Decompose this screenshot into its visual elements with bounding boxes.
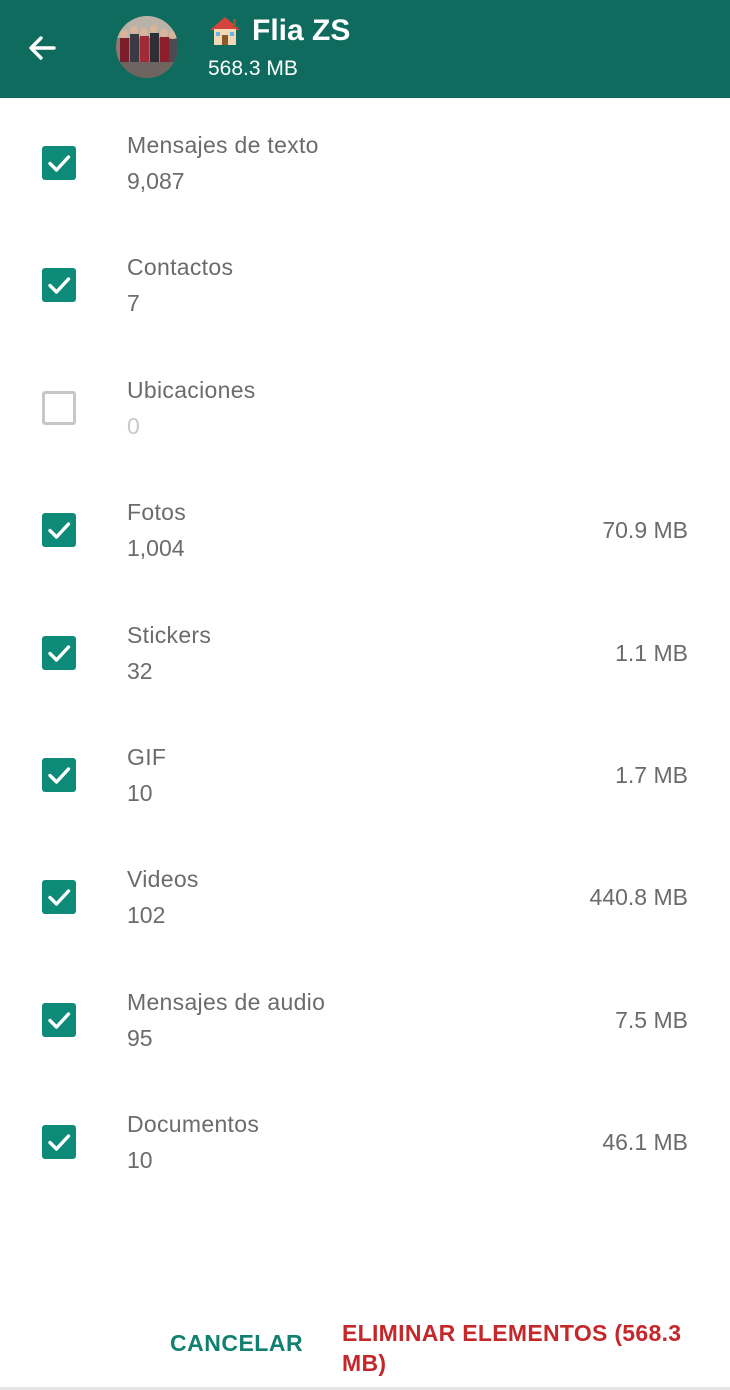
item-label: Ubicaciones: [127, 376, 256, 403]
item-label: Fotos: [127, 499, 187, 526]
delete-items-button[interactable]: ELIMINAR ELEMENTOS (568.3 MB): [342, 1318, 692, 1378]
list-item[interactable]: Mensajes de texto 9,087: [0, 98, 730, 220]
check-icon: [48, 155, 71, 172]
checkbox[interactable]: [42, 390, 76, 425]
item-label: GIF: [127, 743, 167, 770]
item-count: 1,004: [127, 535, 185, 562]
list-item[interactable]: Videos 102 440.8 MB: [0, 832, 730, 954]
item-count: 10: [127, 1147, 153, 1174]
house-icon: [210, 17, 240, 45]
list-item[interactable]: Documentos 10 46.1 MB: [0, 1077, 730, 1199]
item-size: 440.8 MB: [589, 884, 688, 911]
checkbox[interactable]: [42, 757, 76, 792]
chat-title[interactable]: Flia ZS: [208, 14, 350, 48]
item-label: Mensajes de audio: [127, 988, 326, 1015]
item-count: 95: [127, 1024, 153, 1051]
item-label: Stickers: [127, 621, 212, 648]
chat-title-text: Flia ZS: [252, 14, 351, 47]
check-icon: [48, 767, 71, 784]
item-count: 9,087: [127, 168, 185, 194]
checkbox[interactable]: [42, 1125, 76, 1160]
list-item[interactable]: Fotos 1,004 70.9 MB: [0, 465, 730, 587]
group-avatar[interactable]: [116, 16, 178, 78]
back-button[interactable]: [18, 24, 66, 72]
app-header: Flia ZS 568.3 MB: [0, 0, 730, 98]
checkbox[interactable]: [42, 1002, 76, 1037]
checkbox[interactable]: [42, 268, 76, 303]
check-icon: [48, 644, 71, 662]
list-item[interactable]: GIF 10 1.7 MB: [0, 710, 730, 832]
list-item[interactable]: Stickers 32 1.1 MB: [0, 588, 730, 710]
chat-storage-size: 568.3 MB: [208, 57, 298, 80]
list-item[interactable]: Mensajes de audio 95 7.5 MB: [0, 955, 730, 1077]
checkbox[interactable]: [42, 880, 76, 915]
checkbox[interactable]: [42, 146, 76, 180]
item-label: Mensajes de texto: [127, 132, 319, 158]
item-count: 7: [127, 290, 140, 317]
check-icon: [48, 277, 71, 295]
cancel-button[interactable]: CANCELAR: [170, 1330, 303, 1357]
item-size: 70.9 MB: [602, 517, 688, 544]
item-count: 10: [127, 779, 153, 806]
item-size: 46.1 MB: [602, 1129, 688, 1156]
check-icon: [48, 1134, 71, 1151]
item-label: Videos: [127, 866, 199, 893]
arrow-back-icon: [29, 36, 56, 60]
item-count: 102: [127, 902, 166, 929]
item-count: 0: [127, 412, 140, 439]
item-size: 1.7 MB: [615, 761, 688, 788]
item-label: Documentos: [127, 1111, 260, 1138]
checkbox[interactable]: [42, 635, 76, 670]
checkbox[interactable]: [42, 513, 76, 548]
storage-items-list: Mensajes de texto 9,087 Contactos 7 Ubicacio…: [0, 98, 730, 1200]
check-icon: [48, 1012, 71, 1029]
dialog-actions: CANCELAR ELIMINAR ELEMENTOS (568.3 MB): [0, 1300, 730, 1390]
list-item[interactable]: Contactos 7: [0, 220, 730, 342]
item-count: 32: [127, 657, 153, 684]
check-icon: [48, 889, 71, 907]
item-size: 7.5 MB: [615, 1006, 688, 1033]
item-label: Contactos: [127, 254, 234, 281]
item-size: 1.1 MB: [615, 639, 688, 666]
list-item[interactable]: Ubicaciones 0: [0, 343, 730, 465]
check-icon: [48, 522, 71, 539]
